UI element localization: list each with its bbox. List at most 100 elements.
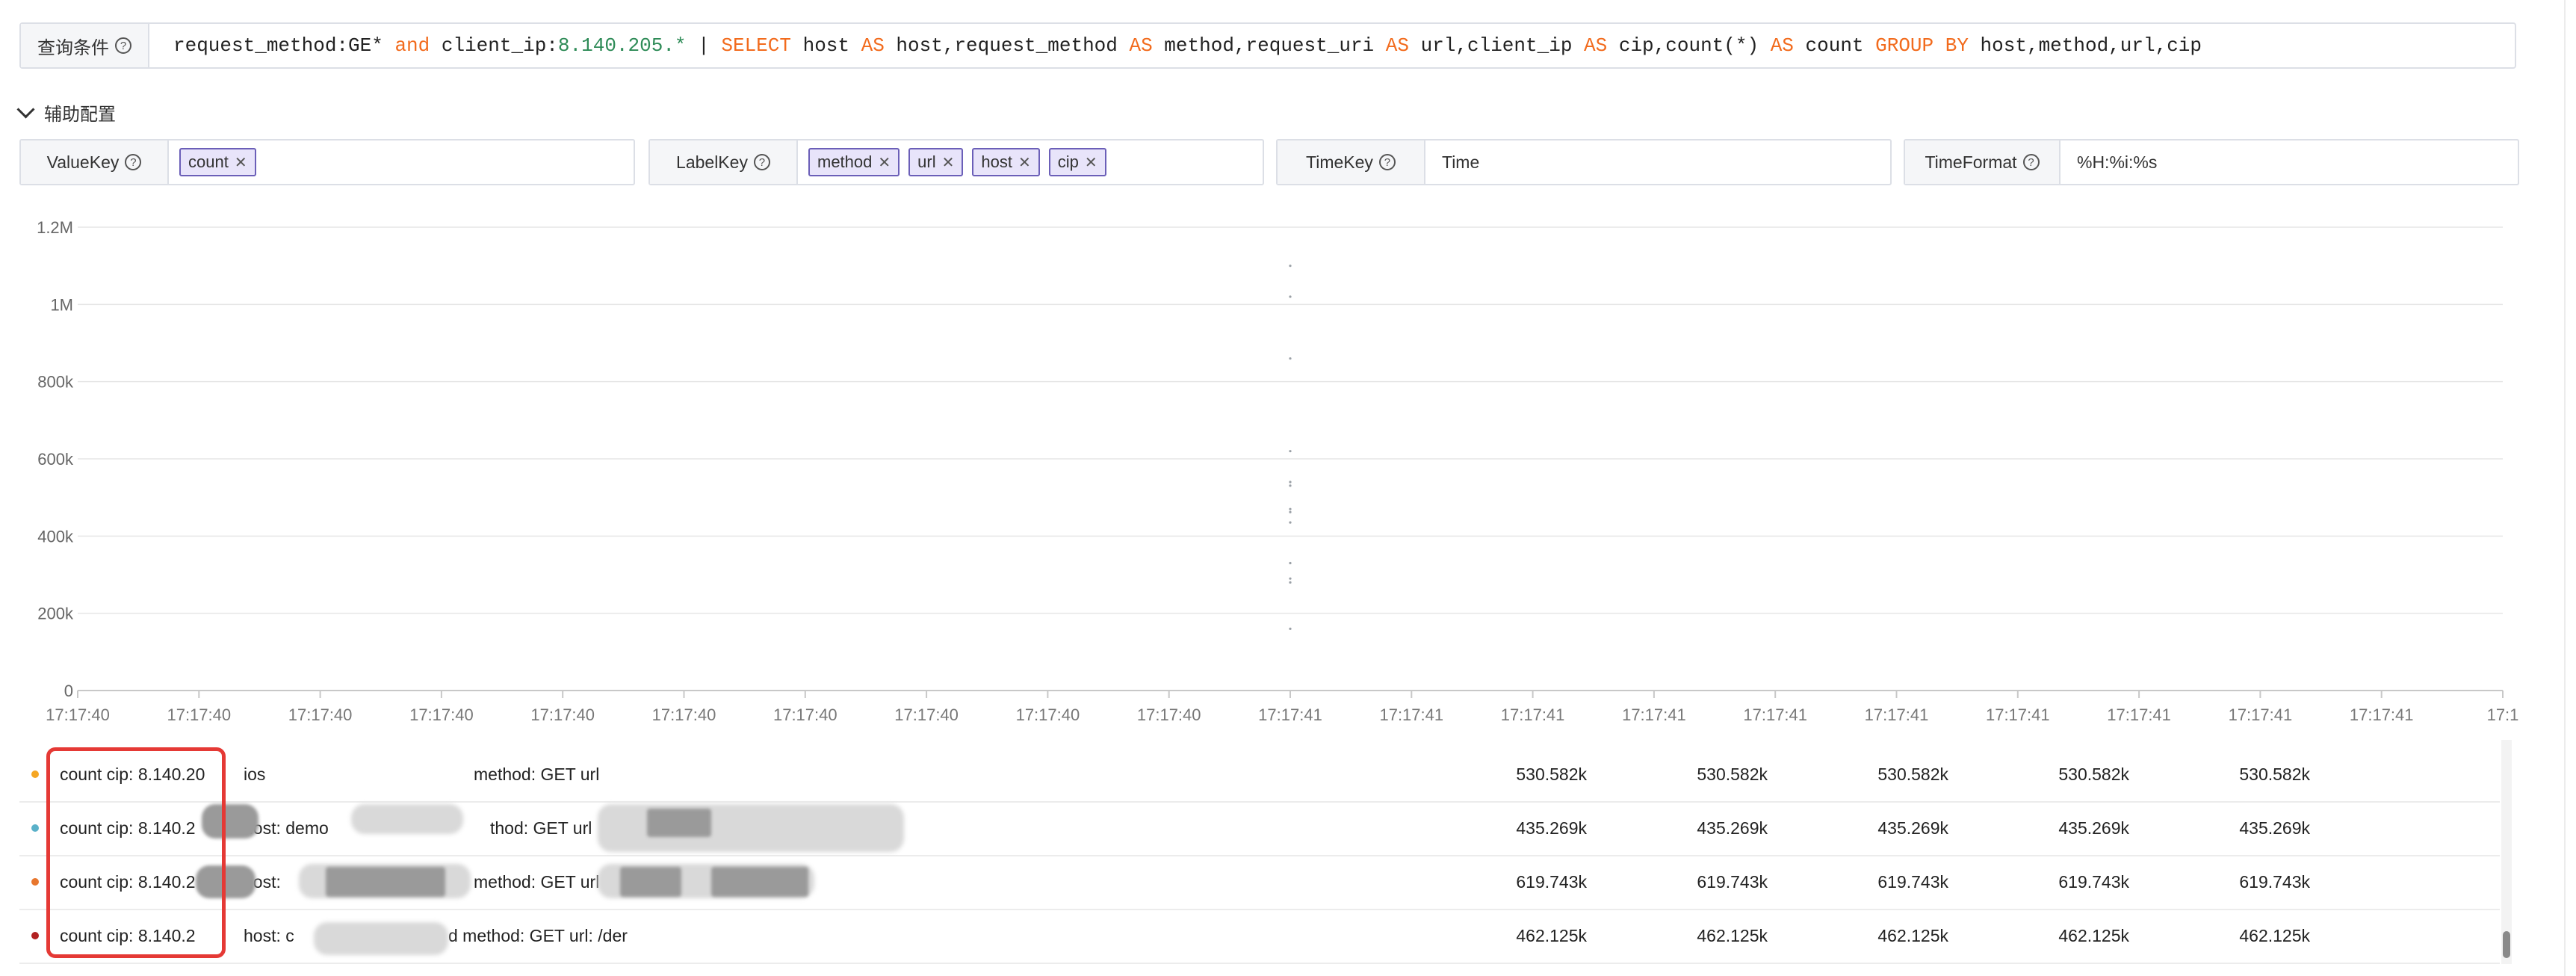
query-token: host,request_method: [884, 34, 1130, 57]
data-point[interactable]: [1289, 521, 1292, 524]
query-token: method,request_uri: [1152, 34, 1386, 57]
redaction-blur: [351, 804, 463, 834]
query-keyword: AS: [1385, 34, 1409, 57]
data-point[interactable]: [1289, 357, 1292, 360]
help-icon[interactable]: ?: [115, 37, 131, 54]
tag-label: url: [917, 152, 936, 171]
table-row[interactable]: count cip: 8.140.20 ios method: GET url 530…: [19, 747, 2500, 803]
query-keyword: and: [394, 34, 430, 57]
timeformat-input[interactable]: %H:%i:%s: [2077, 140, 2157, 184]
row-value: 462.125k: [2058, 926, 2129, 945]
data-point[interactable]: [1289, 450, 1292, 453]
chevron-down-icon: [16, 99, 35, 119]
data-point[interactable]: [1289, 484, 1292, 487]
query-token: count: [1793, 34, 1876, 57]
line-chart: 0 200k 400k 600k 800k 1M 1.2M 17:17:40 17:17:40…: [37, 218, 2519, 724]
close-icon[interactable]: ✕: [942, 153, 955, 172]
x-tick-label: 17:17:41: [1986, 705, 2050, 724]
query-pipe: |: [686, 34, 722, 57]
x-tick-label: 17:17:40: [409, 705, 474, 724]
row-value: 462.125k: [2239, 926, 2310, 945]
data-point[interactable]: [1289, 265, 1292, 268]
series-color-dot: [31, 878, 39, 886]
x-tick-label: 17:1: [2487, 705, 2519, 724]
tag-host: host ✕: [972, 148, 1040, 176]
close-icon[interactable]: ✕: [1018, 153, 1031, 172]
y-tick-label: 200k: [37, 605, 74, 623]
query-input[interactable]: request_method:GE* and client_ip:8.140.2…: [173, 24, 2202, 67]
query-value: 8.140.205.*: [557, 34, 687, 57]
tag-label: method: [817, 152, 873, 171]
row-method: method: GET url: [474, 872, 600, 892]
close-icon[interactable]: ✕: [878, 153, 891, 172]
row-value: 530.582k: [1516, 765, 1587, 784]
x-tick-label: 17:17:40: [652, 705, 716, 724]
series-color-dot: [31, 824, 39, 832]
row-method: thod: GET url: [490, 818, 592, 838]
row-value: 619.743k: [2239, 872, 2310, 892]
row-value: 619.743k: [1516, 872, 1587, 892]
query-keyword: AS: [861, 34, 885, 57]
timekey-label-box: TimeKey ?: [1278, 140, 1425, 184]
scrollbar-thumb[interactable]: [2503, 931, 2510, 958]
labelkey-label: LabelKey: [676, 152, 748, 172]
query-token: url,client_ip: [1408, 34, 1585, 57]
series-color-dot: [31, 932, 39, 939]
help-icon[interactable]: ?: [2022, 154, 2040, 170]
labelkey-field: LabelKey ? method ✕ url ✕ host ✕ cip ✕: [648, 139, 1264, 185]
redaction-blur: [314, 922, 448, 955]
data-point[interactable]: [1289, 627, 1292, 630]
tag-label: cip: [1057, 152, 1079, 171]
tag-label: host: [981, 152, 1012, 171]
data-point[interactable]: [1289, 295, 1292, 298]
x-tick-label: 17:17:41: [1258, 705, 1322, 724]
data-point[interactable]: [1289, 510, 1292, 513]
data-point[interactable]: [1289, 481, 1292, 484]
y-tick-label: 1.2M: [37, 218, 73, 237]
help-icon[interactable]: ?: [125, 154, 142, 170]
row-value: 435.269k: [1516, 818, 1587, 838]
row-value: 530.582k: [1697, 765, 1768, 784]
query-keyword: AS: [1770, 34, 1794, 57]
redaction-blur: [620, 867, 681, 897]
query-keyword: SELECT: [721, 34, 791, 57]
x-tick-label: 17:17:41: [1743, 705, 1807, 724]
help-icon[interactable]: ?: [753, 154, 770, 170]
data-point[interactable]: [1289, 581, 1292, 584]
timekey-input[interactable]: Time: [1442, 140, 1479, 184]
timeformat-label-box: TimeFormat ?: [1905, 140, 2061, 184]
x-tick-label: 17:17:40: [1137, 705, 1201, 724]
close-icon[interactable]: ✕: [1085, 153, 1097, 172]
timeformat-field: TimeFormat ? %H:%i:%s: [1904, 139, 2519, 185]
y-tick-label: 600k: [37, 450, 74, 469]
help-icon[interactable]: ?: [1378, 154, 1396, 170]
row-value: 530.582k: [1877, 765, 1948, 784]
tag-count: count ✕: [179, 148, 256, 176]
close-icon[interactable]: ✕: [235, 153, 247, 172]
aux-config-label: 辅助配置: [44, 104, 116, 125]
x-tick-label: 17:17:40: [46, 705, 110, 724]
query-token: cip,count(*): [1607, 34, 1771, 57]
data-point[interactable]: [1289, 561, 1292, 565]
labelkey-select[interactable]: method ✕ url ✕ host ✕ cip ✕: [808, 140, 1106, 184]
tag-url: url ✕: [908, 148, 964, 176]
row-value: 619.743k: [1697, 872, 1768, 892]
query-token: client_ip:: [430, 34, 558, 57]
query-token: request_method:GE*: [173, 34, 395, 57]
redaction-blur: [647, 809, 711, 837]
query-label: 查询条件: [37, 37, 109, 58]
valuekey-label: ValueKey: [46, 152, 120, 172]
aux-config-toggle[interactable]: 辅助配置: [16, 97, 116, 127]
y-tick-label: 0: [64, 682, 73, 700]
valuekey-select[interactable]: count ✕: [179, 140, 256, 184]
data-point[interactable]: [1289, 577, 1292, 580]
scrollbar-track[interactable]: [2501, 740, 2512, 964]
data-point[interactable]: [1289, 507, 1292, 510]
x-tick-label: 17:17:41: [1501, 705, 1565, 724]
y-tick-label: 800k: [37, 373, 74, 392]
x-tick-label: 17:17:40: [530, 705, 595, 724]
panel-divider: [2564, 0, 2566, 976]
query-token: host,method,url,cip: [1968, 34, 2202, 57]
redaction-blur: [598, 804, 904, 852]
row-value: 619.743k: [1877, 872, 1948, 892]
